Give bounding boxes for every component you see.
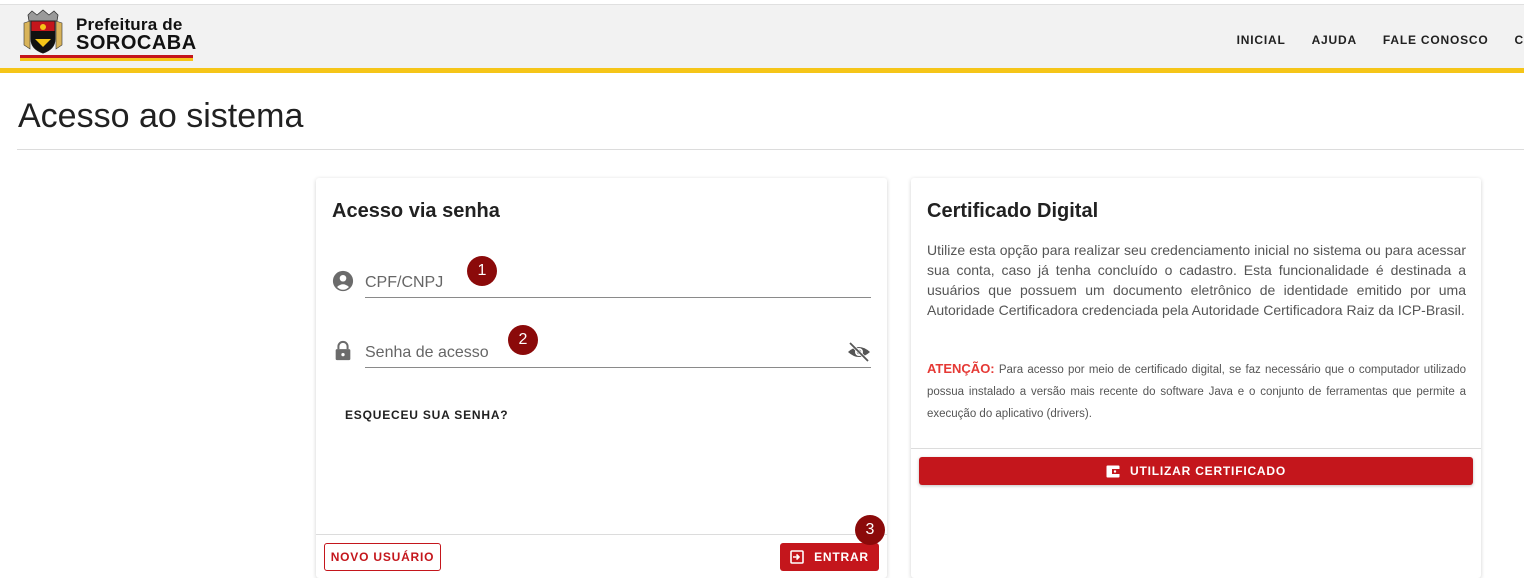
- header-yellow-stripe: [0, 68, 1524, 73]
- page-title: Acesso ao sistema: [18, 97, 304, 135]
- step-badge-3: 3: [855, 515, 885, 545]
- senha-field: [332, 330, 871, 370]
- entrar-button[interactable]: ENTRAR: [780, 543, 879, 571]
- wallet-icon: [1106, 465, 1120, 477]
- logo-yellow-bar: [20, 58, 193, 61]
- visibility-off-icon[interactable]: [847, 342, 871, 362]
- nav-inicial[interactable]: INICIAL: [1237, 33, 1286, 49]
- card-footer-divider: [316, 534, 887, 535]
- forgot-password-link[interactable]: ESQUECEU SUA SENHA?: [345, 408, 508, 422]
- utilizar-certificado-button[interactable]: UTILIZAR CERTIFICADO: [919, 457, 1473, 485]
- senha-input[interactable]: [365, 330, 871, 368]
- certificate-card-title: Certificado Digital: [927, 200, 1099, 222]
- entrar-label: ENTRAR: [814, 550, 869, 564]
- nav-ajuda[interactable]: AJUDA: [1312, 33, 1357, 49]
- password-card-title: Acesso via senha: [332, 200, 500, 222]
- certificate-warning: ATENÇÃO: Para acesso por meio de certifi…: [927, 358, 1466, 425]
- top-header: Prefeitura de SOROCABA INICIAL AJUDA FAL…: [0, 4, 1524, 68]
- step-badge-1: 1: [467, 256, 497, 286]
- nav-item-truncated[interactable]: C: [1515, 33, 1524, 49]
- certificate-card-divider: [911, 448, 1481, 449]
- prefeitura-logo[interactable]: Prefeitura de SOROCABA: [20, 9, 200, 61]
- warning-text: Para acesso por meio de certificado digi…: [927, 364, 1466, 420]
- cpf-cnpj-input[interactable]: [365, 260, 871, 298]
- utilizar-certificado-label: UTILIZAR CERTIFICADO: [1130, 464, 1286, 478]
- login-icon: [790, 550, 804, 564]
- digital-certificate-card: Certificado Digital Utilize esta opção p…: [911, 178, 1481, 578]
- main-nav: INICIAL AJUDA FALE CONOSCO C: [1211, 33, 1524, 49]
- lock-icon: [335, 340, 351, 361]
- warning-label: ATENÇÃO:: [927, 361, 995, 376]
- nav-fale-conosco[interactable]: FALE CONOSCO: [1383, 33, 1489, 49]
- sorocaba-crest-icon: [23, 9, 63, 54]
- password-login-card: Acesso via senha ESQUECEU SUA SENHA? NOV…: [316, 178, 887, 578]
- certificate-description: Utilize esta opção para realizar seu cre…: [927, 242, 1466, 318]
- novo-usuario-button[interactable]: NOVO USUÁRIO: [324, 543, 441, 571]
- title-divider: [17, 149, 1524, 150]
- cpf-field: [332, 260, 871, 300]
- account-circle-icon: [332, 270, 354, 292]
- logo-title-line2: SOROCABA: [76, 32, 197, 54]
- step-badge-2: 2: [508, 325, 538, 355]
